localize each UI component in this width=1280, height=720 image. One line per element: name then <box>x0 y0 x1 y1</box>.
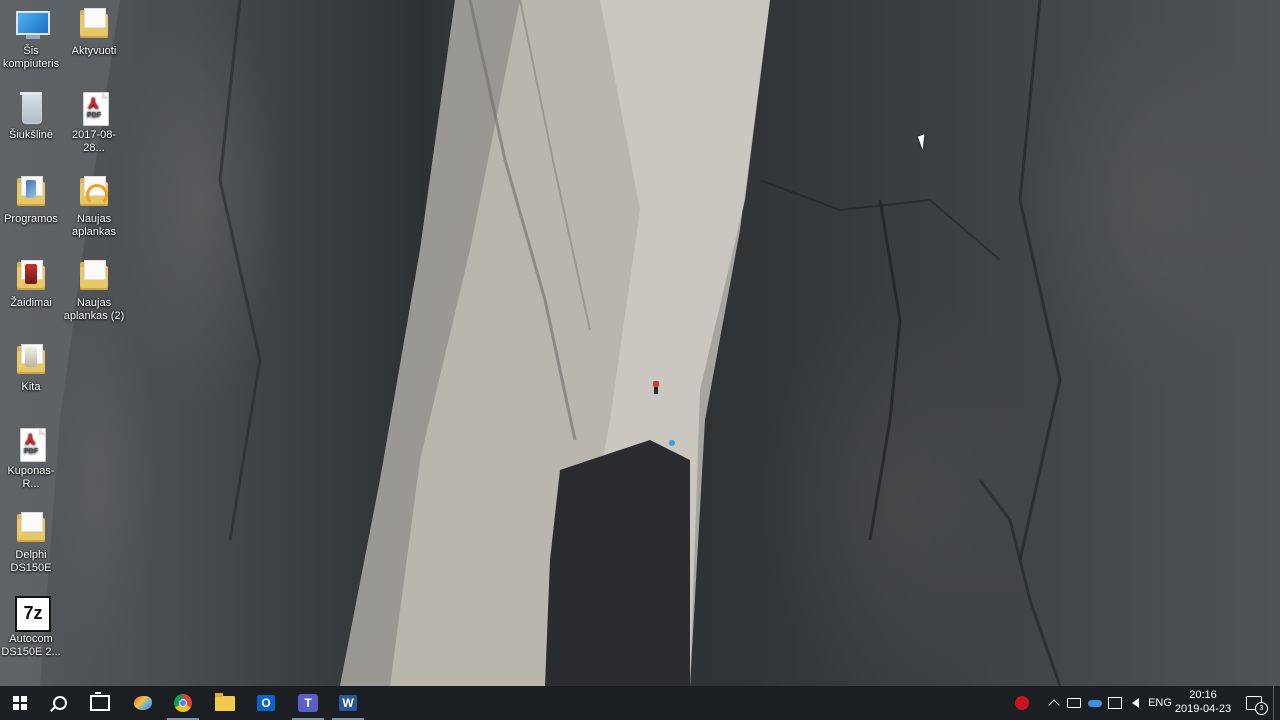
paint-icon <box>134 696 152 710</box>
language-label: ENG <box>1148 697 1172 709</box>
wallpaper-rock-detail <box>0 0 1062 686</box>
desktop-icon-label: Naujas aplankas <box>71 213 117 238</box>
headphones-folder-icon <box>77 176 111 210</box>
desktop-icon-kuponas[interactable]: ⅄ PDF Kuponas-R... <box>0 424 62 491</box>
folder-icon <box>14 176 48 210</box>
desktop-icon-label: Kuponas-R... <box>7 465 55 490</box>
taskbar-app-teams[interactable]: T <box>288 686 328 720</box>
file-explorer-icon <box>215 692 235 711</box>
desktop-icon-label: Naujas aplankas (2) <box>63 297 125 322</box>
action-center-button[interactable]: 3 <box>1242 686 1268 720</box>
folder-icon <box>77 8 111 42</box>
word-icon: W <box>339 695 357 711</box>
antivirus-icon <box>1015 696 1029 710</box>
folder-icon <box>14 512 48 546</box>
start-button[interactable] <box>0 686 40 720</box>
desktop-icon-this-pc[interactable]: Šis kompiuteris <box>0 4 62 71</box>
taskbar: O T W ENG 20:16 2019-04-23 3 <box>0 686 1280 720</box>
desktop-icon-programos[interactable]: Programos <box>0 172 62 226</box>
taskbar-app-outlook[interactable]: O <box>246 686 286 720</box>
recycle-bin-icon <box>14 92 48 126</box>
antivirus-tray-button[interactable] <box>1012 686 1032 720</box>
mouse-cursor-icon <box>917 134 930 150</box>
desktop-icon-label: Šiukšlinė <box>8 129 54 141</box>
desktop-icon-label: 2017-08-28... <box>71 129 117 154</box>
taskbar-app-paint[interactable] <box>123 686 163 720</box>
desktop-icon-label: Šis kompiuteris <box>2 45 60 70</box>
onedrive-tray-button[interactable] <box>1085 686 1105 720</box>
desktop-icon-label: Kita <box>21 381 41 393</box>
onedrive-cloud-icon <box>1088 699 1102 707</box>
desktop-icon-autocom[interactable]: 7z Autocom DS150E 2... <box>0 592 62 659</box>
taskbar-app-word[interactable]: W <box>328 686 368 720</box>
notification-icon: 3 <box>1246 696 1268 715</box>
language-indicator[interactable]: ENG <box>1146 686 1174 720</box>
desktop-icon-kita[interactable]: Kita <box>0 340 62 394</box>
desktop-icon-aktyvuoti[interactable]: Aktyvuoti <box>63 4 125 58</box>
desktop-icon-label: Žaidimai <box>10 297 52 309</box>
pdf-icon: ⅄ PDF <box>77 92 111 126</box>
desktop-icon-zaidimai[interactable]: Žaidimai <box>0 256 62 310</box>
windows-logo-icon <box>13 696 27 710</box>
clock[interactable]: 20:16 2019-04-23 <box>1172 688 1234 716</box>
show-desktop-button[interactable] <box>1273 686 1280 720</box>
desktop-icon-naujas-aplankas[interactable]: Naujas aplankas <box>63 172 125 239</box>
computer-icon <box>14 8 50 42</box>
network-tray-button[interactable] <box>1105 686 1125 720</box>
task-view-icon <box>90 692 110 711</box>
chevron-up-icon <box>1048 699 1060 711</box>
teams-icon: T <box>298 694 318 712</box>
desktop-icon-label: Aktyvuoti <box>71 45 117 57</box>
volume-icon <box>1131 698 1139 708</box>
desktop-icon-recycle-bin[interactable]: Šiukšlinė <box>0 88 62 142</box>
volume-tray-button[interactable] <box>1125 686 1145 720</box>
network-icon <box>1108 697 1122 709</box>
notification-count-badge: 3 <box>1255 702 1268 715</box>
7zip-archive-icon: 7z <box>14 596 51 632</box>
clock-time: 20:16 <box>1189 689 1217 701</box>
folder-icon <box>77 260 111 294</box>
desktop-icon-label: Autocom DS150E 2... <box>1 633 61 658</box>
battery-icon <box>1067 698 1081 708</box>
taskbar-app-file-explorer[interactable] <box>205 686 245 720</box>
desktop-icon-delphi[interactable]: Delphi DS150E <box>0 508 62 575</box>
pdf-icon: ⅄ PDF <box>14 428 48 462</box>
battery-tray-button[interactable] <box>1064 686 1084 720</box>
folder-icon <box>14 344 48 378</box>
search-icon <box>53 696 67 710</box>
taskbar-app-chrome[interactable] <box>163 686 203 720</box>
climber-figure <box>651 379 659 394</box>
task-view-button[interactable] <box>80 686 120 720</box>
climber-figure-2 <box>669 440 675 446</box>
outlook-icon: O <box>257 695 275 711</box>
show-hidden-icons-button[interactable] <box>1044 686 1064 720</box>
folder-icon <box>14 260 48 294</box>
chrome-icon <box>174 694 192 712</box>
desktop-icon-pdf-2017[interactable]: ⅄ PDF 2017-08-28... <box>63 88 125 155</box>
desktop-icon-label: Programos <box>4 213 58 225</box>
clock-date: 2019-04-23 <box>1174 703 1232 715</box>
search-button[interactable] <box>40 686 80 720</box>
desktop-wallpaper: Šis kompiuteris Šiukšlinė Programos Žaid… <box>0 0 1280 686</box>
desktop-icon-naujas-aplankas-2[interactable]: Naujas aplankas (2) <box>63 256 125 323</box>
desktop-icon-label: Delphi DS150E <box>10 549 52 574</box>
